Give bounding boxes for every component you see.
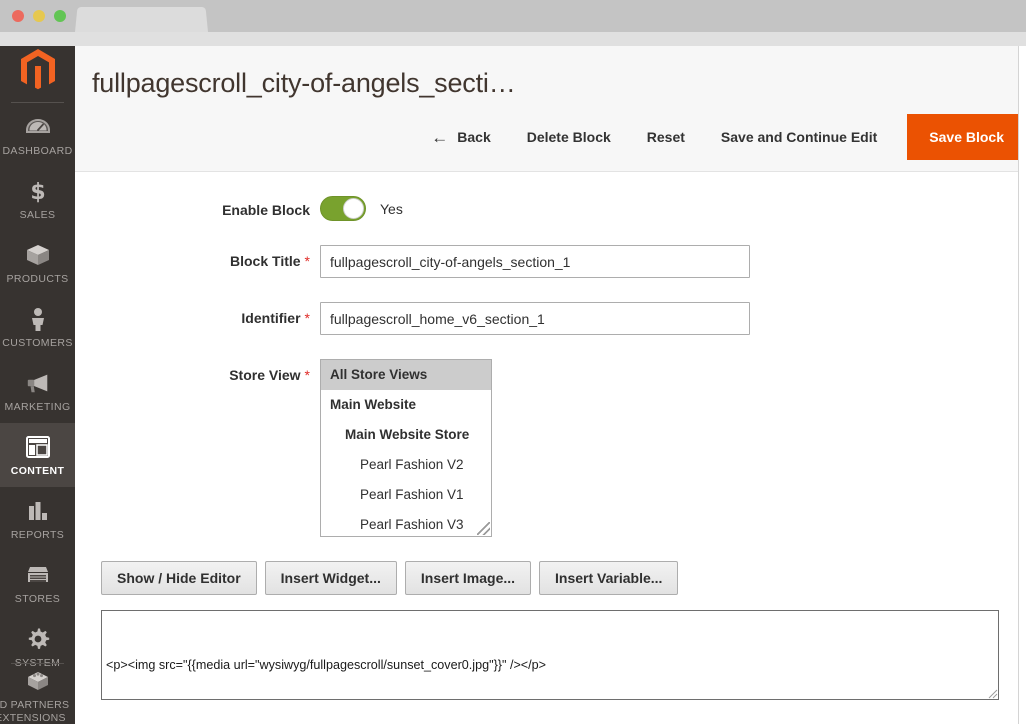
megaphone-icon — [25, 370, 51, 396]
page-actions-toolbar: ← Back Delete Block Reset Save and Conti… — [413, 114, 1026, 160]
identifier-label: Identifier * — [75, 302, 320, 326]
sidebar-item-label: PRODUCTS — [6, 273, 68, 285]
app-root: DASHBOARD $ SALES PRODU — [0, 0, 1026, 724]
sidebar-item-label: MARKETING — [4, 401, 70, 413]
arrow-left-icon: ← — [431, 129, 448, 146]
storefront-icon — [25, 562, 51, 588]
admin-sidebar: DASHBOARD $ SALES PRODU — [0, 46, 75, 724]
sidebar-item-products[interactable]: PRODUCTS — [0, 231, 75, 295]
browser-toolbar — [0, 32, 1026, 46]
store-view-multiselect[interactable]: All Store Views Main Website Main Websit… — [320, 359, 492, 537]
sidebar-item-label: CONTENT — [11, 465, 65, 477]
layout-icon — [25, 434, 51, 460]
insert-variable-button[interactable]: Insert Variable... — [539, 561, 678, 595]
sidebar-item-label: STORES — [15, 593, 60, 605]
required-indicator: * — [305, 253, 310, 269]
store-view-label: Store View * — [75, 359, 320, 383]
content-textarea[interactable]: <p><img src="{{media url="wysiwyg/fullpa… — [101, 610, 999, 700]
sidebar-item-label: SALES — [20, 209, 56, 221]
sidebar-item-content[interactable]: CONTENT — [0, 423, 75, 487]
store-view-option[interactable]: All Store Views — [321, 360, 491, 390]
textarea-resize-handle[interactable] — [986, 687, 998, 699]
magento-logo-icon — [21, 49, 55, 91]
sidebar-item-find-partners-extensions[interactable]: ND PARTNERS EXTENSIONS — [0, 664, 75, 724]
page-scrollbar[interactable] — [1018, 46, 1026, 724]
box-icon — [25, 242, 51, 268]
sidebar-item-label-line2: EXTENSIONS — [0, 712, 66, 724]
sidebar-item-label: CUSTOMERS — [2, 337, 73, 349]
sidebar-item-customers[interactable]: CUSTOMERS — [0, 295, 75, 359]
field-store-view: Store View * All Store Views Main Website… — [75, 359, 1026, 537]
field-identifier: Identifier * — [75, 302, 1026, 335]
sidebar-item-reports[interactable]: REPORTS — [0, 487, 75, 551]
window-controls — [12, 10, 66, 22]
block-title-label-text: Block Title — [230, 253, 301, 269]
insert-widget-button[interactable]: Insert Widget... — [265, 561, 397, 595]
sidebar-item-label: REPORTS — [11, 529, 64, 541]
store-view-option[interactable]: Pearl Fashion V2 — [321, 450, 491, 480]
sidebar-item-label: ND PARTNERS EXTENSIONS — [0, 699, 69, 724]
gear-icon — [25, 626, 51, 652]
page-title: fullpagescroll_city-of-angels_secti… — [92, 68, 516, 99]
dollar-icon: $ — [25, 178, 51, 204]
multiselect-resize-handle[interactable] — [477, 522, 490, 535]
wysiwyg-editor-section: Show / Hide Editor Insert Widget... Inse… — [75, 561, 1026, 700]
reset-button[interactable]: Reset — [629, 129, 703, 145]
required-indicator: * — [305, 367, 310, 383]
sidebar-bottom-group: ND PARTNERS EXTENSIONS — [0, 659, 75, 724]
page-header: fullpagescroll_city-of-angels_secti… ← B… — [75, 46, 1026, 172]
required-indicator: * — [305, 310, 310, 326]
svg-text:$: $ — [30, 180, 45, 204]
browser-tab[interactable] — [75, 7, 208, 32]
magento-logo[interactable] — [0, 46, 75, 98]
close-button[interactable] — [12, 10, 24, 22]
content-line: <p><img src="{{media url="wysiwyg/fullpa… — [106, 655, 994, 676]
delete-block-button[interactable]: Delete Block — [509, 129, 629, 145]
puzzle-block-icon — [25, 668, 51, 694]
store-view-label-text: Store View — [229, 367, 300, 383]
back-button-label: Back — [457, 129, 490, 145]
block-title-label: Block Title* — [75, 245, 320, 269]
main-content: fullpagescroll_city-of-angels_secti… ← B… — [75, 46, 1026, 724]
sidebar-item-label: DASHBOARD — [2, 145, 72, 157]
toggle-knob — [343, 198, 364, 219]
sidebar-item-stores[interactable]: STORES — [0, 551, 75, 615]
minimize-button[interactable] — [33, 10, 45, 22]
save-block-button[interactable]: Save Block — [907, 114, 1026, 160]
dashboard-icon — [25, 114, 51, 140]
field-block-title: Block Title* — [75, 245, 1026, 278]
enable-block-toggle[interactable] — [320, 196, 366, 221]
enable-block-label: Enable Block — [75, 194, 320, 218]
identifier-input[interactable] — [320, 302, 750, 335]
sidebar-item-marketing[interactable]: MARKETING — [0, 359, 75, 423]
bar-chart-icon — [25, 498, 51, 524]
store-view-option[interactable]: Pearl Fashion V1 — [321, 480, 491, 510]
zoom-button[interactable] — [54, 10, 66, 22]
block-form: Enable Block Yes Block Title* — [75, 172, 1026, 700]
identifier-label-text: Identifier — [241, 310, 300, 326]
sidebar-item-sales[interactable]: $ SALES — [0, 167, 75, 231]
save-and-continue-edit-button[interactable]: Save and Continue Edit — [703, 129, 895, 145]
back-button[interactable]: ← Back — [413, 129, 508, 146]
sidebar-item-label-line1: ND PARTNERS — [0, 699, 69, 711]
store-view-option[interactable]: Main Website — [321, 390, 491, 420]
magento-admin: DASHBOARD $ SALES PRODU — [0, 46, 1026, 724]
person-icon — [25, 306, 51, 332]
field-enable-block: Enable Block Yes — [75, 194, 1026, 221]
show-hide-editor-button[interactable]: Show / Hide Editor — [101, 561, 257, 595]
browser-chrome — [0, 0, 1026, 32]
block-title-input[interactable] — [320, 245, 750, 278]
editor-toolbar: Show / Hide Editor Insert Widget... Inse… — [101, 561, 1026, 595]
store-view-option[interactable]: Main Website Store — [321, 420, 491, 450]
store-view-option[interactable]: Pearl Fashion V3 — [321, 510, 491, 537]
insert-image-button[interactable]: Insert Image... — [405, 561, 531, 595]
sidebar-item-dashboard[interactable]: DASHBOARD — [0, 103, 75, 167]
enable-block-value: Yes — [380, 201, 403, 217]
